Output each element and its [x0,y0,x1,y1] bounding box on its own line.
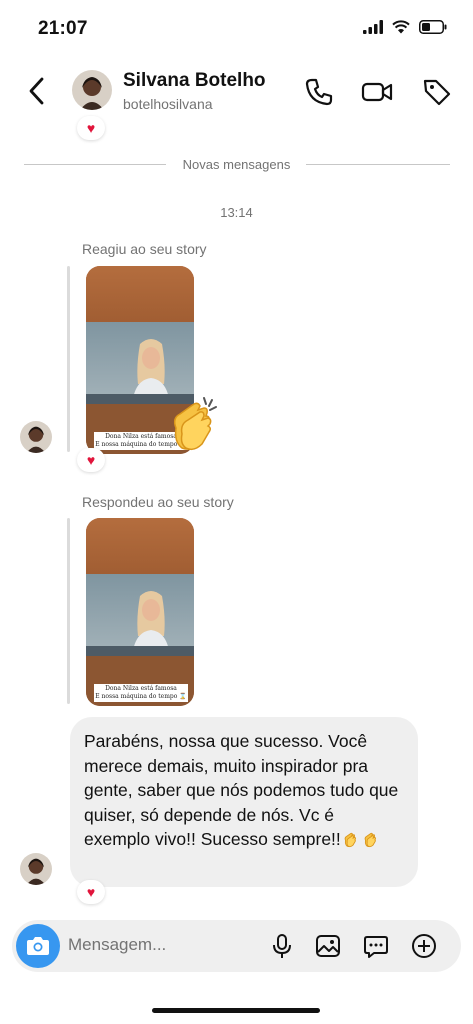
story-reaction-caption: Reagiu ao seu story [82,241,207,257]
story-reply-bar [67,266,70,452]
reaction-heart[interactable]: ♥ [77,880,105,904]
contact-name[interactable]: Silvana Botelho [123,70,266,92]
clapping-hands-icon [173,397,217,451]
reaction-heart[interactable]: ♥ [77,116,105,140]
clapping-hands-icon [344,832,356,848]
contact-avatar-small[interactable] [20,853,52,885]
phone-icon[interactable] [303,76,335,108]
conversation-header: Silvana Botelho botelhosilvana [0,56,473,126]
heart-icon: ♥ [86,452,96,468]
video-icon[interactable] [361,76,393,108]
contact-avatar[interactable] [72,70,112,110]
cellular-signal-icon [363,20,383,34]
wifi-icon [392,20,410,34]
story-reply-caption: Respondeu ao seu story [82,494,234,510]
home-indicator [152,1008,320,1013]
contact-username: botelhosilvana [123,96,213,112]
heart-icon: ♥ [86,120,96,136]
message-timestamp: 13:14 [220,205,253,220]
heart-icon: ♥ [86,884,96,900]
gallery-icon[interactable] [314,932,342,960]
battery-icon [419,20,447,34]
status-bar: 21:07 [0,0,473,56]
clapping-hands-icon [364,832,376,848]
camera-icon [27,937,49,955]
tag-icon[interactable] [421,76,453,108]
sticker-icon[interactable] [362,932,390,960]
reaction-heart[interactable]: ♥ [77,448,105,472]
story-reply-bar [67,518,70,704]
story-caption: Dona Nilza está famosa E nossa máquina d… [94,684,188,702]
status-time: 21:07 [38,18,88,39]
story-thumbnail[interactable]: Dona Nilza está famosa E nossa máquina d… [86,518,194,706]
plus-icon[interactable] [410,932,438,960]
microphone-icon[interactable] [268,932,296,960]
back-icon[interactable] [22,74,52,108]
message-bubble[interactable]: Parabéns, nossa que sucesso. Você merece… [70,717,418,887]
message-composer: Mensagem... [12,920,461,972]
new-messages-divider: Novas mensagens [182,157,291,172]
status-icons [363,20,447,34]
message-input[interactable]: Mensagem... [68,935,166,955]
camera-button[interactable] [16,924,60,968]
contact-avatar-small[interactable] [20,421,52,453]
